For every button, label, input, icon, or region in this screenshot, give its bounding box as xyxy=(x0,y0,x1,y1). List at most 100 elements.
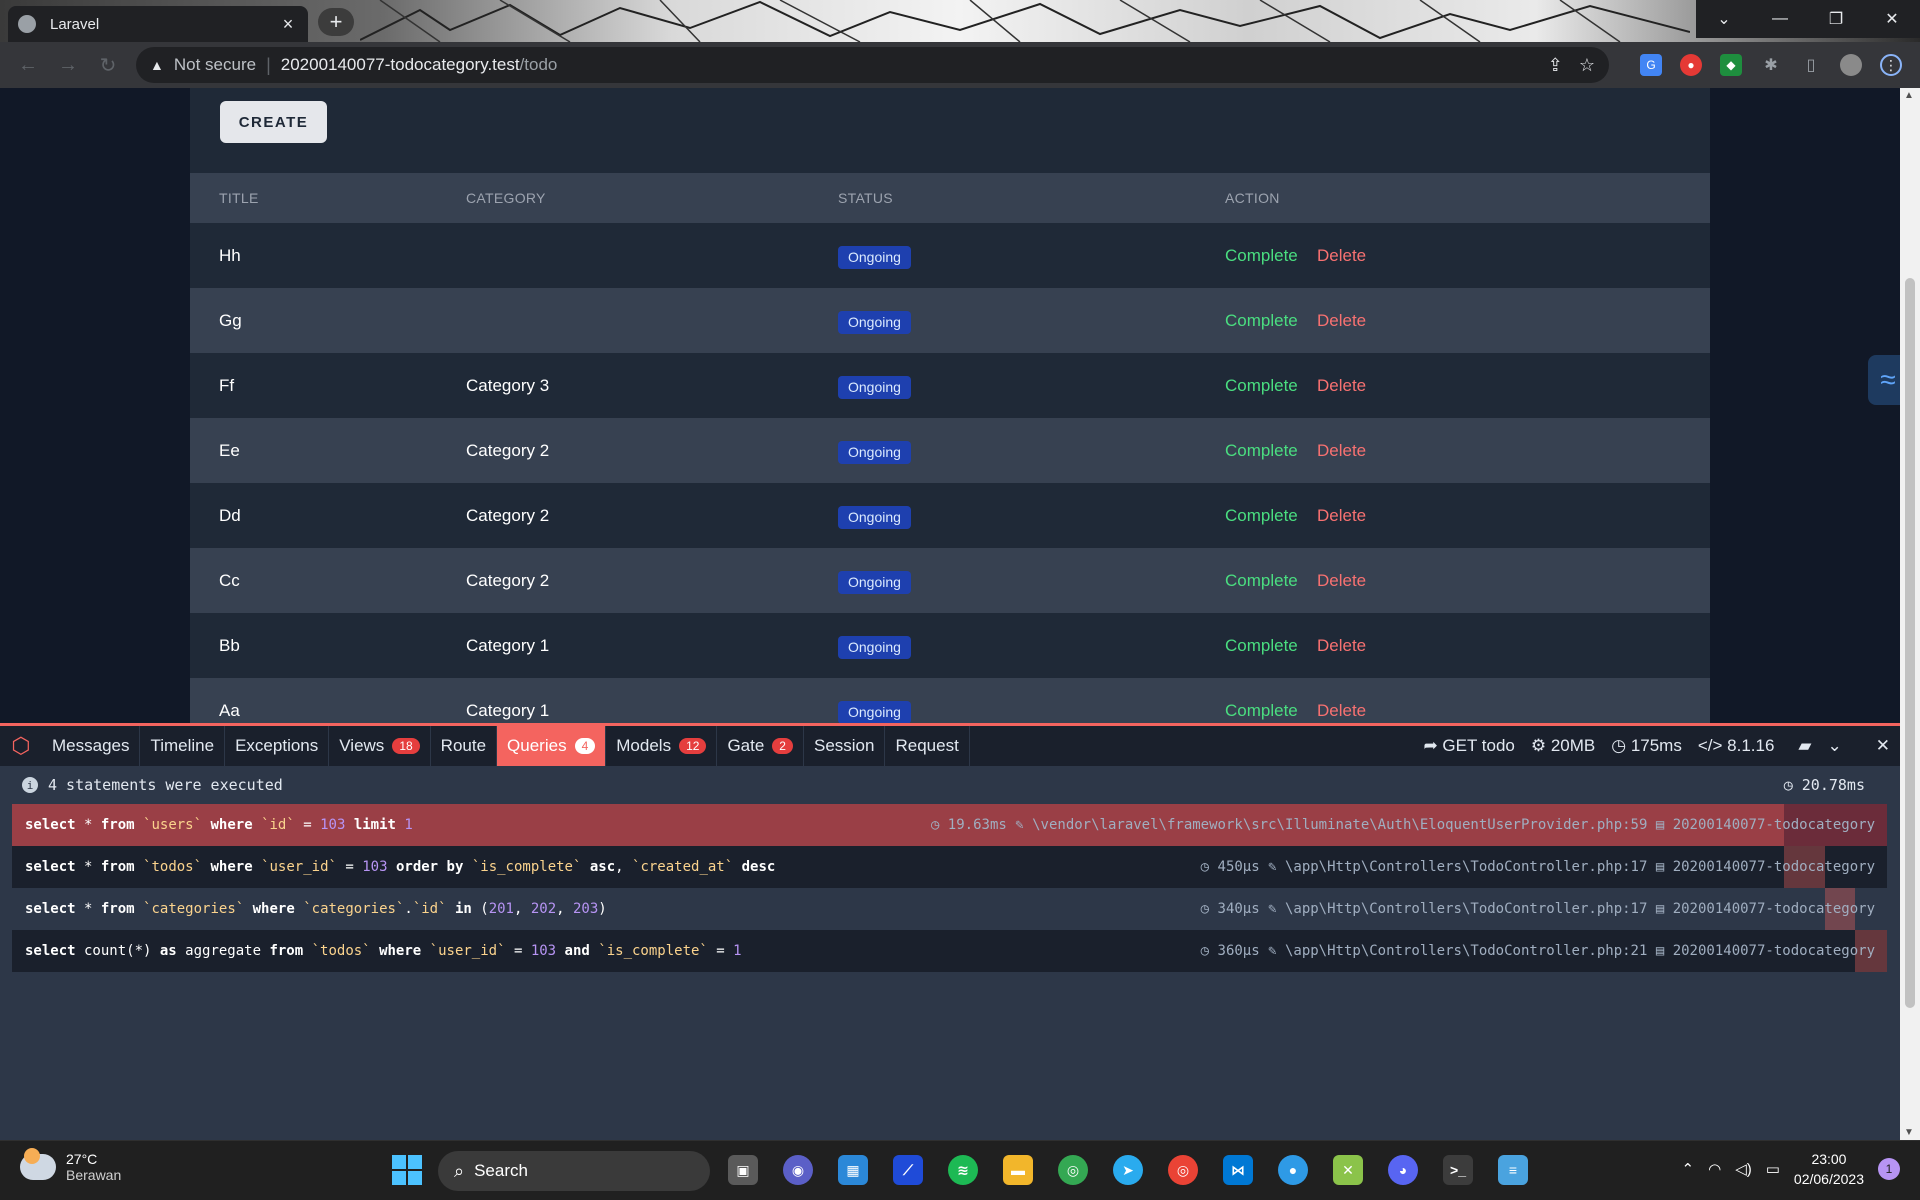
green-extension-icon[interactable]: ◆ xyxy=(1720,54,1742,76)
app-icon[interactable]: ⟋ xyxy=(893,1155,923,1185)
scroll-down-icon[interactable]: ▼ xyxy=(1904,1127,1914,1138)
debugbar-tab-request[interactable]: Request xyxy=(885,726,970,766)
telegram-icon[interactable]: ➤ xyxy=(1113,1155,1143,1185)
complete-link[interactable]: Complete xyxy=(1225,223,1298,288)
delete-link[interactable]: Delete xyxy=(1317,353,1366,418)
teams-chat-icon[interactable]: ◉ xyxy=(783,1155,813,1185)
query-row[interactable]: select * from `users` where `id` = 103 l… xyxy=(12,804,1887,846)
memory-info[interactable]: ⚙ 20MB xyxy=(1531,736,1595,756)
complete-link[interactable]: Complete xyxy=(1225,418,1298,483)
debugbar-tab-session[interactable]: Session xyxy=(804,726,886,766)
debugbar-tab-timeline[interactable]: Timeline xyxy=(140,726,226,766)
weather-widget[interactable]: 27°C Berawan xyxy=(20,1148,121,1183)
windows-start-icon[interactable] xyxy=(392,1155,422,1185)
laravel-logo-icon[interactable]: ⬡ xyxy=(0,726,42,766)
warning-icon[interactable]: ▲ xyxy=(150,57,164,73)
delete-link[interactable]: Delete xyxy=(1317,418,1366,483)
complete-link[interactable]: Complete xyxy=(1225,353,1298,418)
sql-token: ) xyxy=(598,901,607,917)
discord-icon[interactable]: ◕ xyxy=(1388,1155,1418,1185)
php-version-info[interactable]: </> 8.1.16 xyxy=(1698,736,1775,756)
collapse-chevron-icon[interactable]: ⌄ xyxy=(1828,736,1842,756)
tray-overflow-icon[interactable]: ⌃ xyxy=(1682,1160,1695,1178)
request-info[interactable]: ➦ GET todo xyxy=(1423,736,1514,756)
chrome-icon[interactable]: ◎ xyxy=(1058,1155,1088,1185)
vscode-icon[interactable]: ⋈ xyxy=(1223,1155,1253,1185)
extensions-puzzle-icon[interactable]: ✱ xyxy=(1760,54,1782,76)
notification-badge[interactable]: 1 xyxy=(1878,1158,1900,1180)
browser-menu-icon[interactable]: ⋮ xyxy=(1880,54,1902,76)
database-app-icon[interactable]: ● xyxy=(1278,1155,1308,1185)
tab-search-icon[interactable]: ⌄ xyxy=(1696,0,1752,38)
query-row[interactable]: select count(*) as aggregate from `todos… xyxy=(12,930,1887,972)
back-icon[interactable]: ← xyxy=(8,45,48,85)
battery-icon[interactable]: ▭ xyxy=(1766,1160,1780,1178)
terminal-icon[interactable]: >_ xyxy=(1443,1155,1473,1185)
scrollbar-thumb[interactable] xyxy=(1905,278,1915,1008)
open-folder-icon[interactable]: ▰ xyxy=(1798,736,1811,756)
record-extension-icon[interactable]: ● xyxy=(1680,54,1702,76)
security-label[interactable]: Not secure xyxy=(174,55,256,75)
query-source[interactable]: \vendor\laravel\framework\src\Illuminate… xyxy=(1032,817,1647,833)
reload-icon[interactable]: ↻ xyxy=(88,45,128,85)
delete-link[interactable]: Delete xyxy=(1317,613,1366,678)
query-source[interactable]: \app\Http\Controllers\TodoController.php… xyxy=(1285,901,1647,917)
side-panel-icon[interactable]: ▯ xyxy=(1800,54,1822,76)
taskbar-search[interactable]: ⌕ Search xyxy=(438,1151,710,1191)
complete-link[interactable]: Complete xyxy=(1225,548,1298,613)
query-row[interactable]: select * from `todos` where `user_id` = … xyxy=(12,846,1887,888)
maximize-icon[interactable]: ❐ xyxy=(1808,0,1864,38)
complete-link[interactable]: Complete xyxy=(1225,288,1298,353)
sql-token: 202 xyxy=(530,901,557,917)
complete-link[interactable]: Complete xyxy=(1225,483,1298,548)
debugbar-tab-views[interactable]: Views 18 xyxy=(329,726,431,766)
query-source[interactable]: \app\Http\Controllers\TodoController.php… xyxy=(1285,859,1647,875)
notepad-icon[interactable]: ≡ xyxy=(1498,1155,1528,1185)
todo-title: Ee xyxy=(219,441,240,460)
query-row[interactable]: select * from `categories` where `catego… xyxy=(12,888,1887,930)
close-tab-icon[interactable]: × xyxy=(278,14,298,35)
debugbar-tab-gate[interactable]: Gate 2 xyxy=(717,726,804,766)
clock[interactable]: 23:00 02/06/2023 xyxy=(1794,1149,1864,1189)
address-bar[interactable]: ▲ Not secure | 20200140077-todocategory.… xyxy=(136,47,1609,83)
delete-link[interactable]: Delete xyxy=(1317,223,1366,288)
debugbar-tab-models[interactable]: Models 12 xyxy=(606,726,718,766)
share-icon[interactable]: ⇪ xyxy=(1548,55,1563,76)
wifi-icon[interactable]: ◠ xyxy=(1708,1160,1721,1178)
scroll-up-icon[interactable]: ▲ xyxy=(1904,90,1914,101)
profile-avatar[interactable] xyxy=(1840,54,1862,76)
debugbar-tab-queries[interactable]: Queries 4 xyxy=(497,726,607,766)
bookmark-star-icon[interactable]: ☆ xyxy=(1579,55,1595,76)
translate-extension-icon[interactable]: G xyxy=(1640,54,1662,76)
close-window-icon[interactable]: ✕ xyxy=(1864,0,1920,38)
page-scrollbar[interactable]: ▲ ▼ xyxy=(1900,88,1920,1140)
new-tab-button[interactable]: + xyxy=(318,8,354,36)
url-host[interactable]: 20200140077-todocategory.test xyxy=(281,55,520,75)
minimize-icon[interactable]: — xyxy=(1752,0,1808,38)
url-path[interactable]: /todo xyxy=(520,55,558,75)
spotify-icon[interactable]: ≋ xyxy=(948,1155,978,1185)
forward-icon[interactable]: → xyxy=(48,45,88,85)
delete-link[interactable]: Delete xyxy=(1317,288,1366,353)
create-button[interactable]: CREATE xyxy=(220,101,327,143)
store-icon[interactable]: ▦ xyxy=(838,1155,868,1185)
volume-icon[interactable]: ◁) xyxy=(1735,1160,1752,1178)
delete-link[interactable]: Delete xyxy=(1317,483,1366,548)
complete-link[interactable]: Complete xyxy=(1225,678,1298,723)
time-info[interactable]: ◷ 175ms xyxy=(1611,736,1682,756)
query-source[interactable]: \app\Http\Controllers\TodoController.php… xyxy=(1285,943,1647,959)
delete-link[interactable]: Delete xyxy=(1317,548,1366,613)
file-explorer-icon[interactable]: ▬ xyxy=(1003,1155,1033,1185)
delete-link[interactable]: Delete xyxy=(1317,678,1366,723)
browser-tab[interactable]: Laravel × xyxy=(8,6,308,42)
debugbar-tab-exceptions[interactable]: Exceptions xyxy=(225,726,330,766)
task-view-icon[interactable]: ▣ xyxy=(728,1155,758,1185)
complete-link[interactable]: Complete xyxy=(1225,613,1298,678)
debugbar-tab-count: 4 xyxy=(574,738,596,754)
sql-token: * xyxy=(75,859,101,875)
chrome-active-icon[interactable]: ◎ xyxy=(1168,1155,1198,1185)
close-debugbar-icon[interactable]: ✕ xyxy=(1876,736,1890,756)
xampp-icon[interactable]: ✕ xyxy=(1333,1155,1363,1185)
debugbar-tab-messages[interactable]: Messages xyxy=(42,726,141,766)
debugbar-tab-route[interactable]: Route xyxy=(431,726,498,766)
